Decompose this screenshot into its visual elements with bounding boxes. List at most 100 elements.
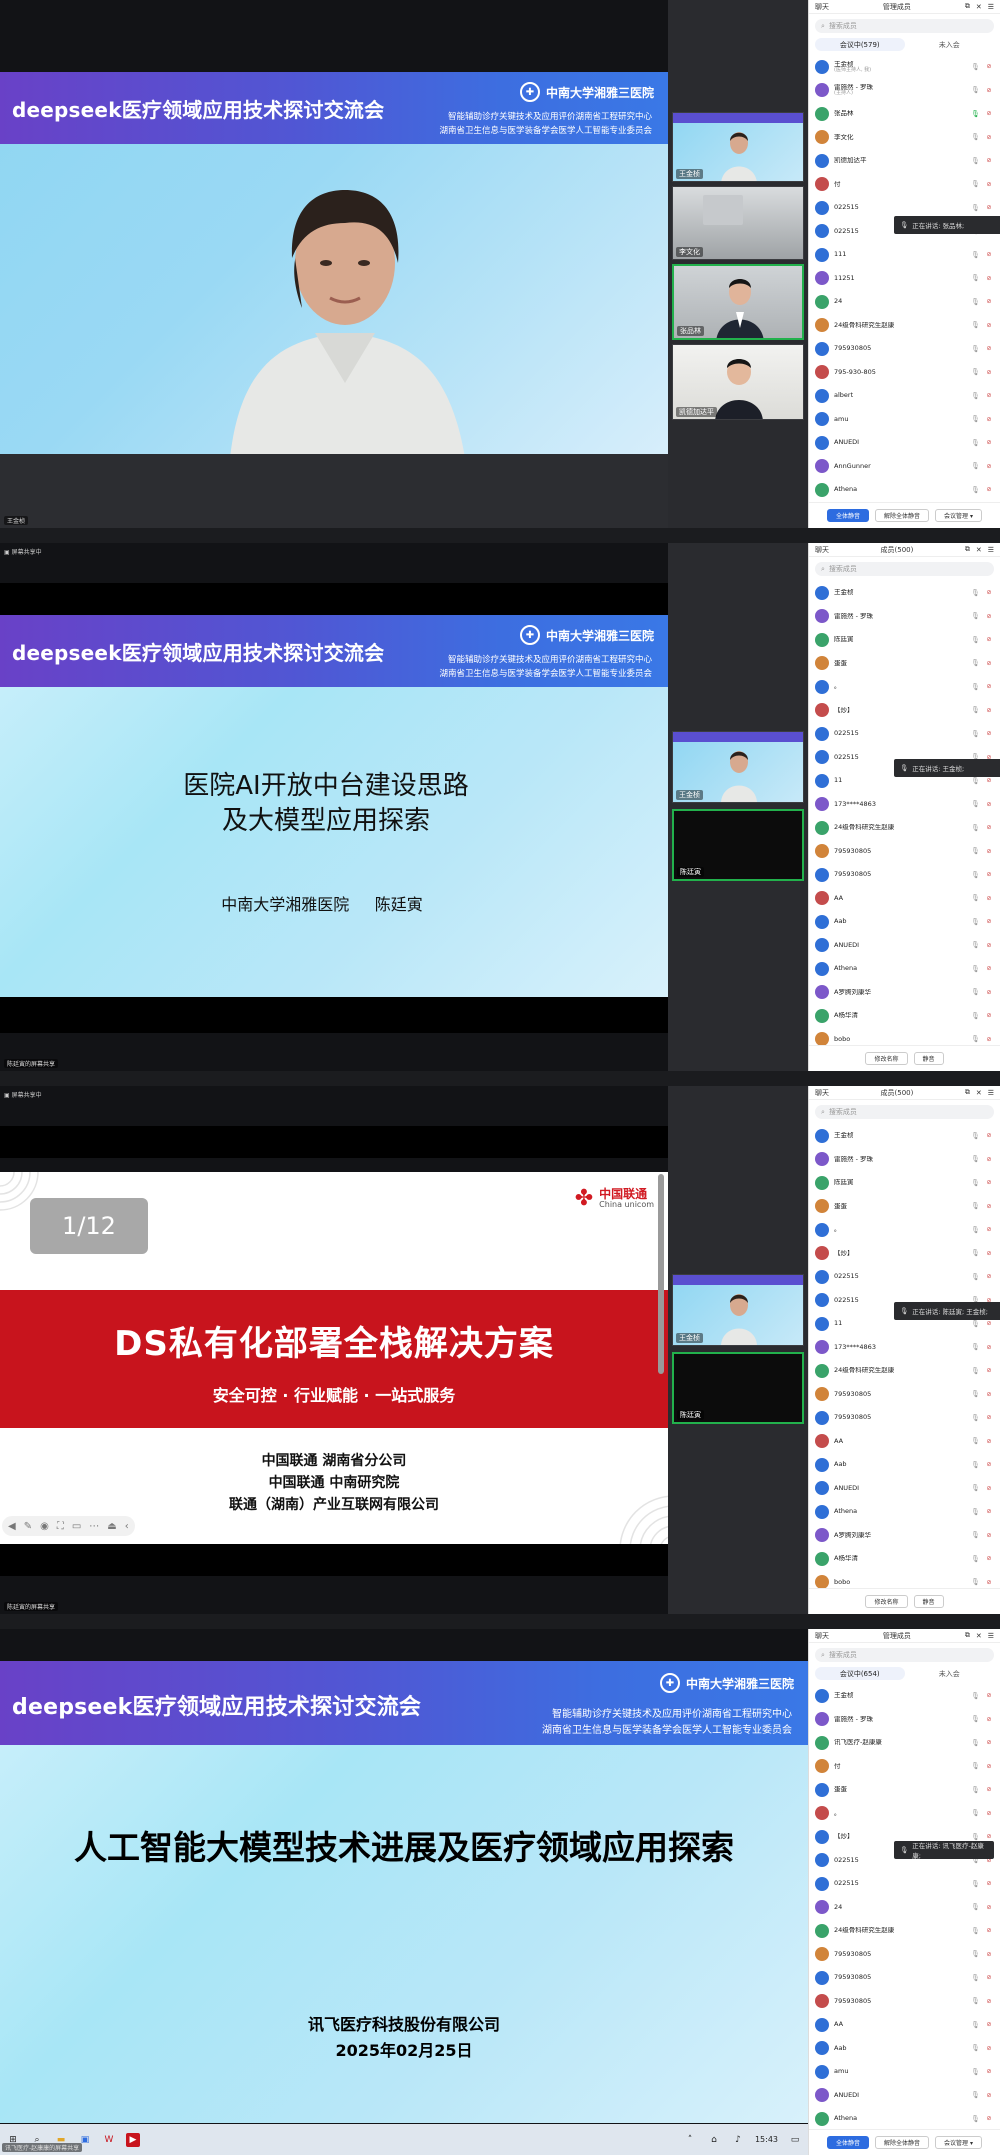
members-count-tab[interactable]: 成员(500) <box>881 1088 914 1098</box>
member-row[interactable]: A杨华清 🎙 ⊘ <box>809 1547 1000 1571</box>
member-row[interactable]: 张品林 🎙 ⊘ <box>809 102 1000 126</box>
mic-icon[interactable]: 🎙 <box>971 1531 980 1539</box>
member-row[interactable]: albert 🎙 ⊘ <box>809 384 1000 408</box>
member-row[interactable]: Athena 🎙 ⊘ <box>809 478 1000 502</box>
mic-icon[interactable]: 🎙 <box>971 1927 980 1935</box>
pen-icon[interactable]: ✎ <box>24 1521 32 1532</box>
camera-off-icon[interactable]: ⊘ <box>984 871 994 878</box>
mic-icon[interactable]: 🎙 <box>971 1903 980 1911</box>
camera-off-icon[interactable]: ⊘ <box>984 1508 994 1515</box>
members-manage-tab[interactable]: 管理成员 <box>883 2 911 12</box>
mute-all-button[interactable]: 全体静音 <box>827 2136 870 2149</box>
menu-icon[interactable]: ☰ <box>988 546 994 554</box>
camera-off-icon[interactable]: ⊘ <box>984 1367 994 1374</box>
wps-icon[interactable]: W <box>102 2133 116 2147</box>
camera-off-icon[interactable]: ⊘ <box>984 134 994 141</box>
slide-scrollbar[interactable] <box>658 1174 664 1374</box>
mic-icon[interactable]: 🎙 <box>971 1974 980 1982</box>
mute-all-button[interactable]: 全体静音 <box>827 509 870 522</box>
camera-off-icon[interactable]: ⊘ <box>984 345 994 352</box>
camera-off-icon[interactable]: ⊘ <box>984 1904 994 1911</box>
member-row[interactable]: Aab 🎙 ⊘ <box>809 2037 1000 2061</box>
member-row[interactable]: 022515 🎙 ⊘ <box>809 722 1000 746</box>
gallery-tile-speaking[interactable]: 陈廷寅 <box>672 1352 804 1424</box>
mic-icon[interactable]: 🎙 <box>971 1461 980 1469</box>
camera-off-icon[interactable]: ⊘ <box>984 2021 994 2028</box>
notification-icon[interactable]: ▭ <box>788 2133 802 2147</box>
camera-off-icon[interactable]: ⊘ <box>984 181 994 188</box>
mic-icon[interactable]: 🎙 <box>971 1179 980 1187</box>
camera-off-icon[interactable]: ⊘ <box>984 1951 994 1958</box>
camera-off-icon[interactable]: ⊘ <box>984 1414 994 1421</box>
member-row[interactable]: 24级骨科研究生赵康 🎙 ⊘ <box>809 1919 1000 1943</box>
member-row[interactable]: 24级骨科研究生赵康 🎙 ⊘ <box>809 314 1000 338</box>
close-icon[interactable]: ✕ <box>976 3 982 11</box>
mic-icon[interactable]: 🎙 <box>971 636 980 644</box>
member-row[interactable]: 雷施然 - 罗珠 (主持人) 🎙 ⊘ <box>809 79 1000 103</box>
member-search-input[interactable]: ⌕ 搜索成员 <box>815 562 994 576</box>
camera-off-icon[interactable]: ⊘ <box>984 824 994 831</box>
mic-icon[interactable]: 🎙 <box>971 1786 980 1794</box>
member-row[interactable]: ANUEDI 🎙 ⊘ <box>809 2084 1000 2108</box>
close-icon[interactable]: ✕ <box>976 1089 982 1097</box>
mic-icon[interactable]: 🎙 <box>971 1012 980 1020</box>
mic-icon[interactable]: 🎙 <box>971 63 980 71</box>
member-row[interactable]: 111 🎙 ⊘ <box>809 243 1000 267</box>
members-count-tab[interactable]: 成员(500) <box>881 545 914 555</box>
mic-icon[interactable]: 🎙 <box>971 941 980 949</box>
mic-icon[interactable]: 🎙 <box>971 2044 980 2052</box>
popout-icon[interactable]: ⧉ <box>965 2 970 11</box>
member-search-input[interactable]: ⌕ 搜索成员 <box>815 19 994 33</box>
member-row[interactable]: 王金桢 (医师主持人, 我) 🎙 ⊘ <box>809 55 1000 79</box>
mic-icon[interactable]: 🎙 <box>971 1273 980 1281</box>
mic-icon[interactable]: 🎙 <box>971 486 980 494</box>
mic-icon[interactable]: 🎙 <box>971 683 980 691</box>
close-icon[interactable]: ✕ <box>976 1632 982 1640</box>
member-row[interactable]: 795930805 🎙 ⊘ <box>809 1943 1000 1967</box>
tray-chevron-icon[interactable]: ˄ <box>683 2133 697 2147</box>
mic-icon[interactable]: 🎙 <box>971 1390 980 1398</box>
mic-icon[interactable]: 🎙 <box>971 1202 980 1210</box>
camera-off-icon[interactable]: ⊘ <box>984 918 994 925</box>
mic-icon[interactable]: 🎙 <box>971 462 980 470</box>
camera-off-icon[interactable]: ⊘ <box>984 2068 994 2075</box>
member-row[interactable]: 讯飞医疗-赵康康 🎙 ⊘ <box>809 1731 1000 1755</box>
camera-off-icon[interactable]: ⊘ <box>984 251 994 258</box>
camera-off-icon[interactable]: ⊘ <box>984 275 994 282</box>
gallery-tile-speaking[interactable]: 张品林 <box>672 264 804 340</box>
mute-button[interactable]: 静音 <box>913 1052 944 1065</box>
camera-off-icon[interactable]: ⊘ <box>984 1532 994 1539</box>
camera-off-icon[interactable]: ⊘ <box>984 486 994 493</box>
mic-icon[interactable]: 🎙 <box>971 251 980 259</box>
member-row[interactable]: Athena 🎙 ⊘ <box>809 957 1000 981</box>
camera-off-icon[interactable]: ⊘ <box>984 1927 994 1934</box>
mic-icon[interactable]: 🎙 <box>971 274 980 282</box>
mic-icon[interactable]: 🎙 <box>971 439 980 447</box>
camera-off-icon[interactable]: ⊘ <box>984 1485 994 1492</box>
mic-icon[interactable]: 🎙 <box>971 415 980 423</box>
popout-icon[interactable]: ⧉ <box>965 1088 970 1097</box>
camera-off-icon[interactable]: ⊘ <box>984 1739 994 1746</box>
member-row[interactable]: 蛋蛋 🎙 ⊘ <box>809 652 1000 676</box>
camera-off-icon[interactable]: ⊘ <box>984 1391 994 1398</box>
gallery-tile-speaking[interactable]: 陈廷寅 <box>672 809 804 881</box>
mic-icon[interactable]: 🎙 <box>971 988 980 996</box>
mic-icon[interactable]: 🎙 <box>971 1132 980 1140</box>
mic-icon[interactable]: 🎙 <box>971 871 980 879</box>
mic-icon[interactable]: 🎙 <box>971 1809 980 1817</box>
camera-off-icon[interactable]: ⊘ <box>984 613 994 620</box>
menu-icon[interactable]: ☰ <box>988 1632 994 1640</box>
members-manage-tab[interactable]: 管理成员 <box>883 1631 911 1641</box>
member-row[interactable]: 陈廷寅 🎙 ⊘ <box>809 628 1000 652</box>
member-row[interactable]: 王金桢 🎙 ⊘ <box>809 1124 1000 1148</box>
member-row[interactable]: 022515 🎙 ⊘ <box>809 1265 1000 1289</box>
mic-icon[interactable]: 🎙 <box>971 1320 980 1328</box>
mute-button[interactable]: 静音 <box>913 1595 944 1608</box>
member-row[interactable]: amu 🎙 ⊘ <box>809 2060 1000 2084</box>
chat-tab[interactable]: 聊天 <box>815 545 829 555</box>
laser-icon[interactable]: ◉ <box>40 1521 49 1532</box>
camera-off-icon[interactable]: ⊘ <box>984 801 994 808</box>
member-row[interactable]: 【炒】 🎙 ⊘ <box>809 699 1000 723</box>
member-row[interactable]: AA 🎙 ⊘ <box>809 1430 1000 1454</box>
unmute-all-button[interactable]: 解除全体静音 <box>875 509 930 522</box>
